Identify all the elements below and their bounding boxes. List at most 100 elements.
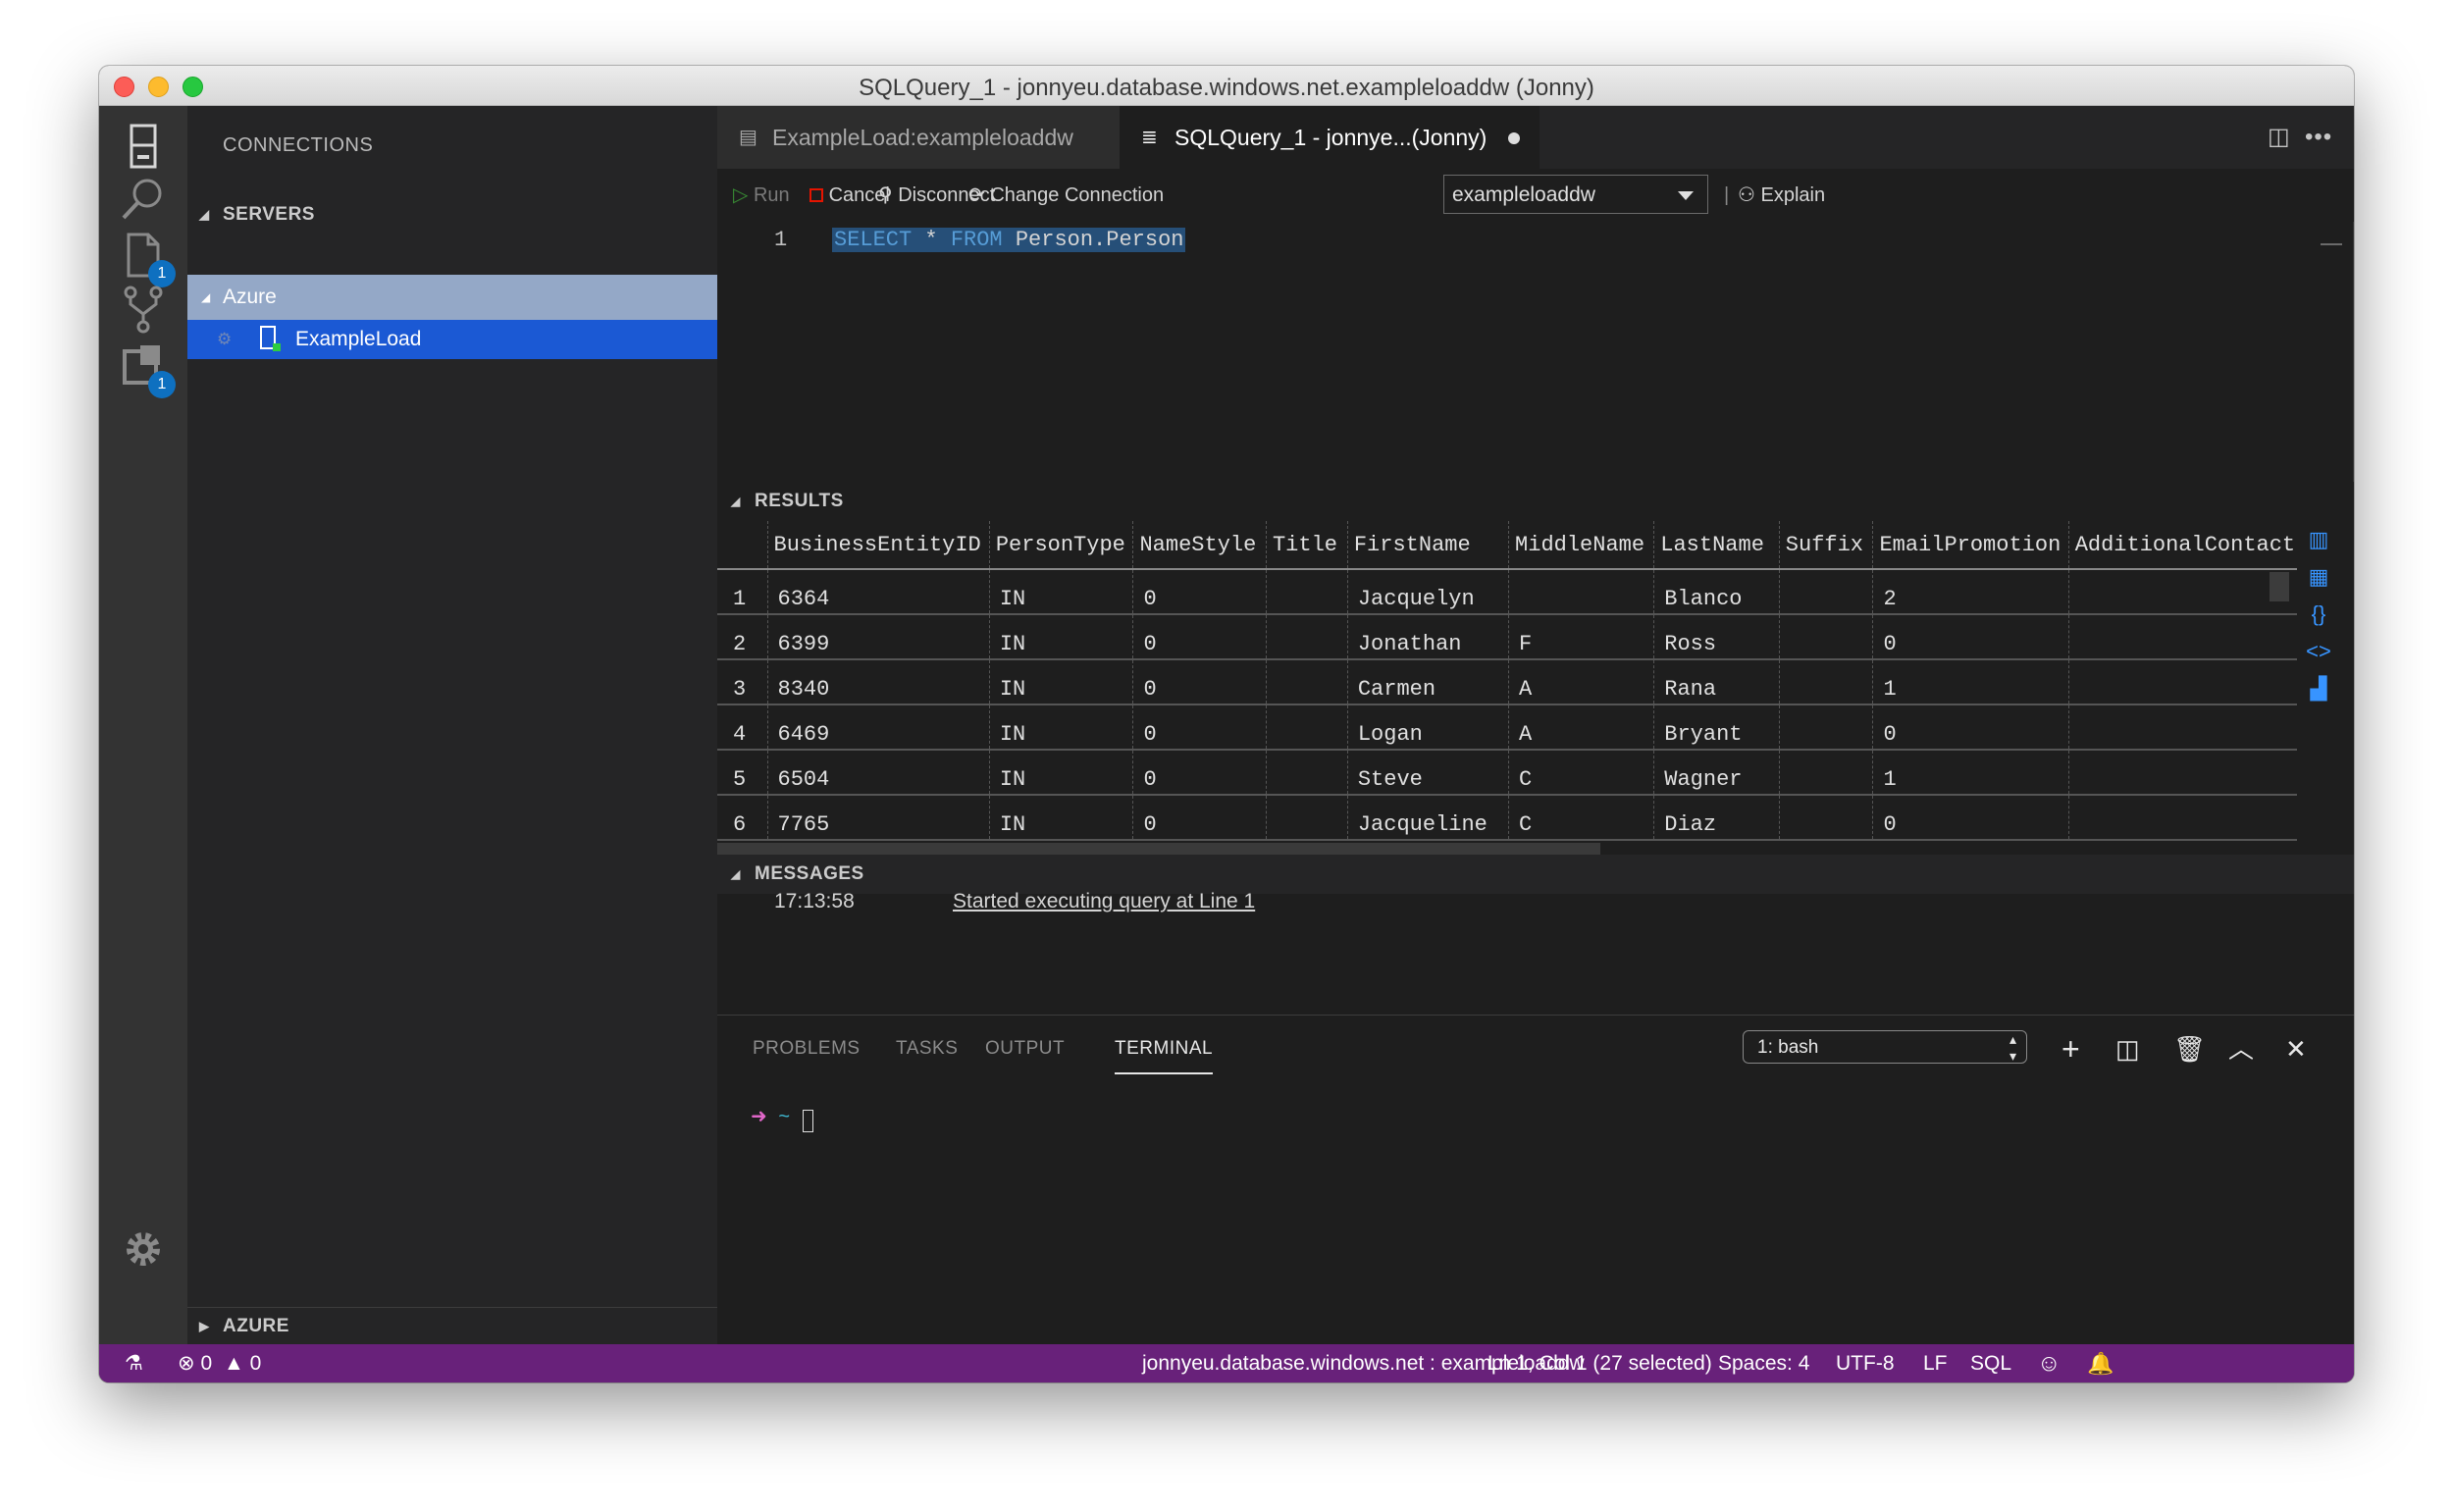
save-as-csv-icon[interactable]: ▥: [2299, 521, 2338, 558]
table-cell[interactable]: Steve: [1347, 750, 1510, 796]
tab-output[interactable]: OUTPUT: [985, 1016, 1065, 1082]
query-editor[interactable]: 1 SELECT * FROM Person.Person: [717, 222, 2354, 482]
trash-icon[interactable]: 🗑: [2173, 1016, 2206, 1082]
code-line[interactable]: SELECT * FROM Person.Person: [832, 228, 1186, 252]
remote-icon[interactable]: ⚗: [125, 1344, 143, 1382]
table-cell[interactable]: 0: [1132, 704, 1267, 751]
table-cell[interactable]: 0: [1132, 795, 1267, 841]
table-cell[interactable]: [1779, 795, 1874, 841]
table-row[interactable]: 3 8340 IN 0 Carmen A Rana 1: [717, 659, 2297, 705]
database-select[interactable]: exampleloaddw: [1443, 175, 1708, 214]
table-cell[interactable]: IN: [989, 704, 1134, 751]
column-header[interactable]: Suffix: [1779, 521, 1874, 570]
editor-scrollbar-track[interactable]: [2353, 222, 2354, 482]
explorer-icon[interactable]: 1: [119, 231, 176, 287]
table-cell[interactable]: [1508, 569, 1655, 615]
row-number[interactable]: 2: [717, 614, 768, 660]
table-cell[interactable]: [1779, 569, 1874, 615]
tab-sqlquery-1[interactable]: ≣ SQLQuery_1 - jonnye...(Jonny): [1120, 106, 1540, 169]
results-horizontal-scrollbar[interactable]: [717, 843, 1600, 855]
messages-section-header[interactable]: ◢ MESSAGES: [717, 855, 2354, 894]
settings-gear-icon[interactable]: [119, 1225, 168, 1274]
servers-section-header[interactable]: ◢ SERVERS: [187, 195, 717, 235]
problems-status[interactable]: ⊗ 0 ▲ 0: [178, 1344, 261, 1382]
column-header[interactable]: LastName: [1653, 521, 1780, 570]
table-cell[interactable]: [1266, 569, 1348, 615]
table-cell[interactable]: [1266, 750, 1348, 796]
table-cell[interactable]: Logan: [1347, 704, 1510, 751]
extensions-icon[interactable]: 1: [119, 341, 176, 398]
table-cell[interactable]: C: [1508, 750, 1655, 796]
table-cell[interactable]: Jacqueline: [1347, 795, 1510, 841]
table-cell[interactable]: Jacquelyn: [1347, 569, 1510, 615]
table-cell[interactable]: 6504: [767, 750, 990, 796]
tab-exampleload-dashboard[interactable]: ▤ ExampleLoad:exampleloaddw: [717, 106, 1120, 169]
save-as-xml-icon[interactable]: <>: [2299, 633, 2338, 670]
eol-status[interactable]: LF: [1923, 1344, 1948, 1382]
table-cell[interactable]: 0: [1872, 795, 2069, 841]
unsaved-dot-icon[interactable]: [1508, 132, 1520, 144]
table-cell[interactable]: [1779, 614, 1874, 660]
search-icon[interactable]: [119, 175, 168, 224]
explain-button[interactable]: ⚇ Explain: [1738, 169, 1825, 222]
cursor-position[interactable]: Ln 1, Col 1 (27 selected): [1487, 1344, 1712, 1382]
table-cell[interactable]: 6399: [767, 614, 990, 660]
table-cell[interactable]: 1: [1872, 750, 2069, 796]
close-panel-icon[interactable]: ✕: [2285, 1016, 2307, 1082]
column-header[interactable]: BusinessEntityID: [767, 521, 990, 570]
table-cell[interactable]: 0: [1132, 614, 1267, 660]
chart-icon[interactable]: ▟: [2299, 670, 2338, 707]
table-cell[interactable]: [1779, 659, 1874, 705]
table-cell[interactable]: C: [1508, 795, 1655, 841]
table-cell[interactable]: IN: [989, 614, 1134, 660]
table-cell[interactable]: [1266, 659, 1348, 705]
source-control-icon[interactable]: [119, 285, 168, 334]
table-cell[interactable]: [1779, 750, 1874, 796]
new-terminal-icon[interactable]: +: [2062, 1016, 2080, 1082]
table-cell[interactable]: Blanco: [1653, 569, 1780, 615]
column-header[interactable]: EmailPromotion: [1872, 521, 2069, 570]
terminal-prompt[interactable]: ➜ ~: [751, 1104, 790, 1128]
table-cell[interactable]: F: [1508, 614, 1655, 660]
table-cell[interactable]: [1266, 614, 1348, 660]
table-cell[interactable]: Bryant: [1653, 704, 1780, 751]
table-cell[interactable]: [2068, 750, 2297, 796]
table-cell[interactable]: 8340: [767, 659, 990, 705]
terminal-select[interactable]: 1: bash ▴ ▾: [1743, 1030, 2027, 1064]
table-cell[interactable]: [1266, 704, 1348, 751]
change-connection-button[interactable]: ⟳ Change Connection: [968, 169, 1164, 222]
table-row[interactable]: 4 6469 IN 0 Logan A Bryant 0: [717, 704, 2297, 751]
table-cell[interactable]: IN: [989, 659, 1134, 705]
message-link[interactable]: Started executing query at Line 1: [953, 890, 1255, 913]
table-cell[interactable]: [2068, 659, 2297, 705]
save-as-excel-icon[interactable]: ▦: [2299, 558, 2338, 596]
feedback-smiley-icon[interactable]: ☺: [2037, 1344, 2062, 1382]
table-cell[interactable]: [2068, 569, 2297, 615]
table-cell[interactable]: Jonathan: [1347, 614, 1510, 660]
table-cell[interactable]: 7765: [767, 795, 990, 841]
encoding-status[interactable]: UTF-8: [1836, 1344, 1895, 1382]
split-editor-icon[interactable]: ◫: [2268, 106, 2290, 169]
tab-tasks[interactable]: TASKS: [896, 1016, 958, 1082]
table-cell[interactable]: Rana: [1653, 659, 1780, 705]
maximize-panel-icon[interactable]: ︿: [2228, 1016, 2254, 1082]
servers-icon[interactable]: [119, 122, 168, 171]
connection-item-exampleload[interactable]: ⚙ ExampleLoad: [187, 320, 717, 359]
table-cell[interactable]: 0: [1132, 569, 1267, 615]
table-cell[interactable]: 1: [1872, 659, 2069, 705]
table-cell[interactable]: [2068, 614, 2297, 660]
language-mode[interactable]: SQL: [1970, 1344, 2011, 1382]
column-header[interactable]: FirstName: [1347, 521, 1510, 570]
table-cell[interactable]: Wagner: [1653, 750, 1780, 796]
tab-terminal[interactable]: TERMINAL: [1115, 1016, 1214, 1082]
row-number[interactable]: 1: [717, 569, 768, 615]
table-cell[interactable]: [2068, 704, 2297, 751]
results-grid[interactable]: BusinessEntityID PersonType NameStyle Ti…: [717, 521, 2297, 841]
table-cell[interactable]: Ross: [1653, 614, 1780, 660]
split-terminal-icon[interactable]: ◫: [2115, 1016, 2140, 1082]
column-header[interactable]: MiddleName: [1508, 521, 1655, 570]
row-number[interactable]: 5: [717, 750, 768, 796]
table-cell[interactable]: 0: [1872, 704, 2069, 751]
row-number[interactable]: 4: [717, 704, 768, 751]
table-cell[interactable]: 0: [1132, 659, 1267, 705]
